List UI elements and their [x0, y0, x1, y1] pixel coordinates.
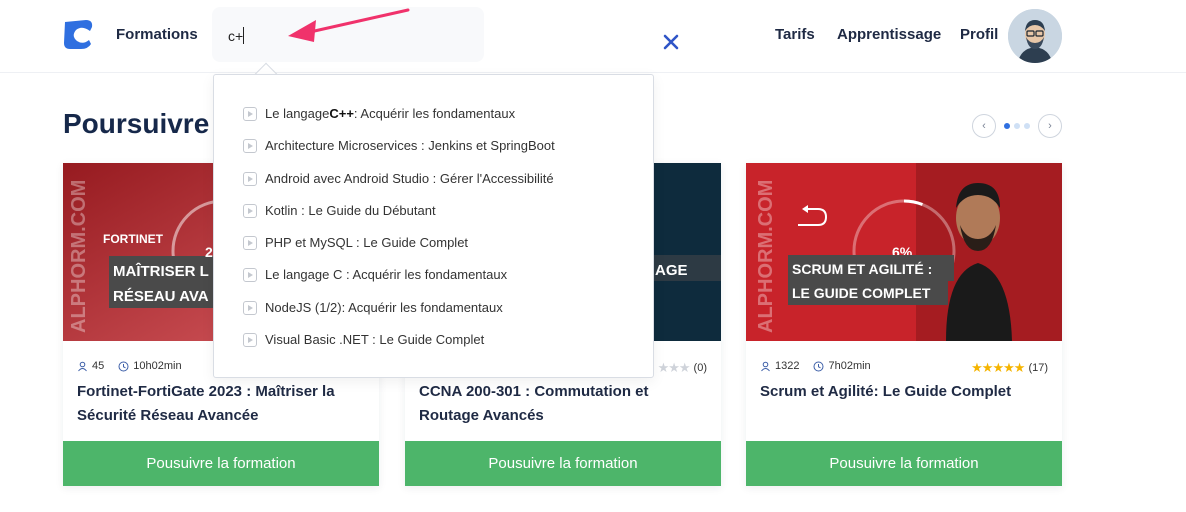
search-suggestions-dropdown: Le langage C++ : Acquérir les fondamenta… [213, 74, 654, 378]
suggestion-item[interactable]: PHP et MySQL : Le Guide Complet [243, 235, 468, 250]
avatar[interactable] [1008, 9, 1062, 63]
progress-label: 2 [205, 244, 213, 260]
course-meta: 45 10h02min [77, 360, 182, 372]
carousel-dot[interactable] [1024, 123, 1030, 129]
star-rating-icon: ★★★★★ [971, 360, 1025, 375]
nav-tarifs-link[interactable]: Tarifs [775, 26, 815, 43]
course-thumbnail[interactable]: 6% SCRUM ET AGILITÉ : LE GUIDE COMPLET A… [746, 163, 1062, 341]
play-icon [243, 203, 257, 218]
play-icon [243, 235, 257, 250]
students-count: 1322 [760, 360, 799, 372]
rating-count: (17) [1028, 362, 1048, 374]
suggestion-text: Visual Basic .NET : Le Guide Complet [265, 332, 485, 347]
play-icon [243, 171, 257, 186]
suggestion-text: Architecture Microservices : Jenkins et … [265, 138, 555, 153]
carousel-dot[interactable] [1014, 123, 1020, 129]
user-icon [78, 361, 87, 371]
suggestion-text-post: : Acquérir les fondamentaux [353, 106, 516, 121]
suggestion-item[interactable]: Le langage C : Acquérir les fondamentaux [243, 267, 507, 282]
continue-course-button[interactable]: Pousuivre la formation [63, 441, 379, 486]
course-card[interactable]: 6% SCRUM ET AGILITÉ : LE GUIDE COMPLET A… [746, 163, 1062, 486]
suggestion-item[interactable]: Android avec Android Studio : Gérer l'Ac… [243, 171, 554, 186]
continue-course-button[interactable]: Pousuivre la formation [746, 441, 1062, 486]
course-title[interactable]: CCNA 200-301 : Commutation et Routage Av… [419, 380, 709, 428]
play-icon [243, 267, 257, 282]
course-duration: 7h02min [813, 360, 871, 372]
course-meta: 1322 7h02min [760, 360, 871, 372]
nav-profil-link[interactable]: Profil [960, 26, 998, 43]
suggestion-item[interactable]: Architecture Microservices : Jenkins et … [243, 138, 555, 153]
top-navbar: Formations Tarifs Apprentissage Profil [0, 0, 1186, 73]
thumb-line2: RÉSEAU AVA [113, 288, 209, 305]
thumb-line1: MAÎTRISER L [113, 262, 209, 280]
carousel-prev-button[interactable]: ‹ [972, 114, 996, 138]
clock-icon [118, 361, 129, 371]
duration-value: 10h02min [133, 360, 182, 372]
suggestion-item[interactable]: Le langage C++ : Acquérir les fondamenta… [243, 106, 515, 121]
course-title[interactable]: Scrum et Agilité: Le Guide Complet [760, 380, 1050, 404]
thumb-line: AGE [655, 262, 688, 279]
thumb-brand-text: ALPHORM.COM [68, 180, 90, 333]
students-count: 45 [77, 360, 104, 372]
nav-formations-link[interactable]: Formations [116, 26, 198, 43]
suggestion-item[interactable]: Kotlin : Le Guide du Débutant [243, 203, 436, 218]
duration-value: 7h02min [828, 360, 871, 372]
annotation-arrow-icon [288, 8, 410, 42]
thumb-line2: LE GUIDE COMPLET [792, 285, 931, 301]
thumb-brand-text: ALPHORM.COM [755, 180, 777, 333]
suggestion-item[interactable]: Visual Basic .NET : Le Guide Complet [243, 332, 484, 347]
course-rating: ★★★ (0) [658, 360, 707, 376]
clock-icon [813, 361, 824, 371]
suggestion-text-pre: Le langage [265, 106, 330, 121]
text-caret [243, 27, 244, 44]
course-rating: ★★★★★ (17) [971, 360, 1048, 376]
star-rating-icon: ★★★ [657, 360, 691, 375]
students-value: 1322 [775, 360, 800, 372]
suggestion-item[interactable]: NodeJS (1/2): Acquérir les fondamentaux [243, 300, 503, 315]
thumb-line1: SCRUM ET AGILITÉ : [792, 261, 932, 277]
suggestion-text: PHP et MySQL : Le Guide Complet [265, 235, 469, 250]
rating-count: (0) [693, 362, 707, 374]
play-icon [243, 332, 257, 347]
course-title[interactable]: Fortinet-FortiGate 2023 : Maîtriser la S… [77, 380, 367, 428]
carousel-controls: ‹ › [972, 114, 1064, 138]
play-icon [243, 300, 257, 315]
section-title: Poursuivre n [63, 108, 235, 139]
thumb-vendor-text: FORTINET [103, 232, 164, 246]
close-icon[interactable] [661, 32, 681, 52]
carousel-next-button[interactable]: › [1038, 114, 1062, 138]
suggestion-highlight: C++ [329, 106, 354, 121]
suggestion-text: NodeJS (1/2): Acquérir les fondamentaux [265, 300, 503, 315]
suggestion-text: Le langage C : Acquérir les fondamentaux [265, 267, 508, 282]
play-icon [243, 138, 257, 153]
course-thumbnail-image: 6% SCRUM ET AGILITÉ : LE GUIDE COMPLET A… [746, 163, 1062, 341]
course-duration: 10h02min [118, 360, 182, 372]
user-avatar-icon [1008, 9, 1062, 63]
nav-apprentissage-link[interactable]: Apprentissage [837, 26, 941, 43]
play-icon [243, 106, 257, 121]
continue-course-button[interactable]: Pousuivre la formation [405, 441, 721, 486]
carousel-dot-active[interactable] [1004, 123, 1010, 129]
user-icon [761, 361, 770, 371]
suggestion-text: Android avec Android Studio : Gérer l'Ac… [265, 171, 554, 186]
alphorm-logo-icon[interactable] [62, 19, 95, 50]
suggestion-text: Kotlin : Le Guide du Débutant [265, 203, 436, 218]
students-value: 45 [92, 360, 105, 372]
